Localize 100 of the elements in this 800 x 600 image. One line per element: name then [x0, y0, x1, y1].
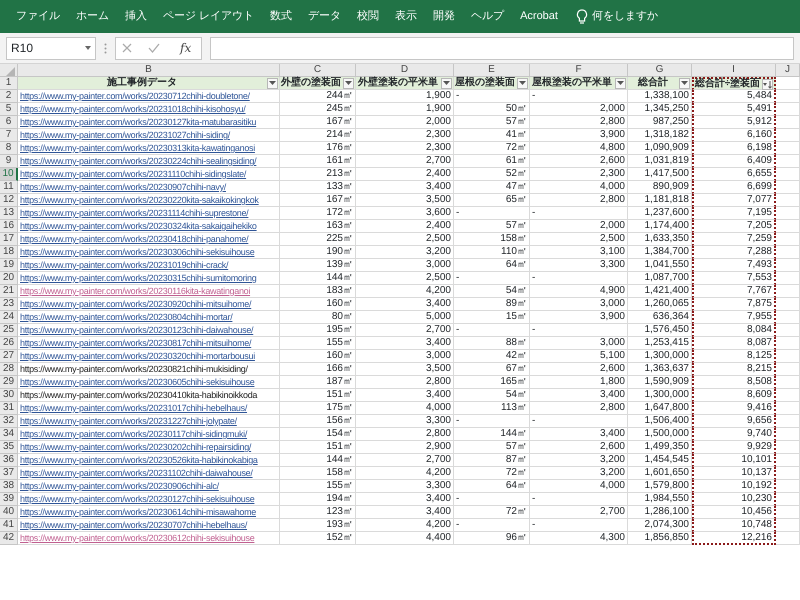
ribbon-tab[interactable]: ページ レイアウト [155, 8, 262, 25]
row-header[interactable]: 29 [0, 376, 18, 389]
row-header[interactable]: 16 [0, 220, 18, 233]
url-link[interactable]: https://www.my-painter.com/works/20231227chihi-jolypate/ [18, 415, 280, 428]
ribbon-tab[interactable]: Acrobat [512, 8, 566, 25]
tell-me-search[interactable]: 何をしますか [588, 8, 662, 25]
url-link[interactable]: https://www.my-painter.com/works/20230906chihi-alc/ [18, 480, 280, 493]
ribbon-tab[interactable]: 挿入 [117, 8, 155, 25]
filter-button[interactable] [267, 78, 278, 88]
url-link[interactable]: https://www.my-painter.com/works/20230526kita-habikinokabiga [18, 454, 280, 467]
name-box[interactable]: R10 [6, 36, 96, 60]
row-header[interactable]: 38 [0, 480, 18, 493]
row-header[interactable]: 24 [0, 311, 18, 324]
url-link[interactable]: https://www.my-painter.com/works/20231019chihi-crack/ [18, 259, 280, 272]
row-header[interactable]: 42 [0, 532, 18, 545]
url-link[interactable]: https://www.my-painter.com/works/20230707chihi-hebelhaus/ [18, 519, 280, 532]
url-link[interactable]: https://www.my-painter.com/works/20230418chihi-panahome/ [18, 233, 280, 246]
url-link[interactable]: https://www.my-painter.com/works/20230612chihi-sekisuihouse [18, 532, 280, 545]
row-header[interactable]: 5 [0, 103, 18, 116]
url-link[interactable]: https://www.my-painter.com/works/20231017chihi-hebelhaus/ [18, 402, 280, 415]
filter-button[interactable] [343, 78, 354, 88]
row-header[interactable]: 9 [0, 155, 18, 168]
formula-input-field[interactable] [210, 36, 794, 60]
url-link[interactable]: https://www.my-painter.com/works/20230313kita-kawatinganosi [18, 142, 280, 155]
row-header[interactable]: 10 [0, 168, 18, 181]
filter-button[interactable] [615, 78, 626, 88]
column-header[interactable]: E [454, 64, 530, 77]
url-link[interactable]: https://www.my-painter.com/works/20230123chihi-daiwahouse/ [18, 324, 280, 337]
url-link[interactable]: https://www.my-painter.com/works/20230605chihi-sekisuihouse [18, 376, 280, 389]
url-link[interactable]: https://www.my-painter.com/works/20230127kita-matubarasitiku [18, 116, 280, 129]
url-link[interactable]: https://www.my-painter.com/works/20230920chihi-mitsuihome/ [18, 298, 280, 311]
filter-button[interactable] [517, 78, 528, 88]
url-link[interactable]: https://www.my-painter.com/works/20230116kita-kawatinganoi [18, 285, 280, 298]
row-header[interactable]: 40 [0, 506, 18, 519]
url-link[interactable]: https://www.my-painter.com/works/20231114chihi-suprestone/ [18, 207, 280, 220]
url-link[interactable]: https://www.my-painter.com/works/20230712chihi-doubletone/ [18, 90, 280, 103]
row-header[interactable]: 35 [0, 441, 18, 454]
row-header[interactable]: 18 [0, 246, 18, 259]
row-header[interactable]: 13 [0, 207, 18, 220]
column-header[interactable]: C [280, 64, 356, 77]
row-header[interactable]: 37 [0, 467, 18, 480]
url-link[interactable]: https://www.my-painter.com/works/20230324kita-sakaigaihekiko [18, 220, 280, 233]
ribbon-tab[interactable]: ホーム [68, 8, 117, 25]
url-link[interactable]: https://www.my-painter.com/works/20230320chihi-mortarbousui [18, 350, 280, 363]
url-link[interactable]: https://www.my-painter.com/works/20230614chihi-misawahome [18, 506, 280, 519]
ribbon-tab[interactable]: ファイル [8, 8, 68, 25]
column-header[interactable]: D [356, 64, 454, 77]
row-header[interactable]: 19 [0, 259, 18, 272]
url-link[interactable]: https://www.my-painter.com/works/20231027chihi-siding/ [18, 129, 280, 142]
row-header[interactable]: 41 [0, 519, 18, 532]
ribbon-tab[interactable]: 表示 [387, 8, 426, 25]
row-header[interactable]: 34 [0, 428, 18, 441]
filter-button[interactable] [441, 78, 452, 88]
row-header[interactable]: 26 [0, 337, 18, 350]
row-header[interactable]: 11 [0, 181, 18, 194]
row-header[interactable]: 23 [0, 298, 18, 311]
ribbon-tab[interactable]: ヘルプ [463, 8, 512, 25]
row-header[interactable]: 8 [0, 142, 18, 155]
row-header[interactable]: 17 [0, 233, 18, 246]
row-header[interactable]: 6 [0, 116, 18, 129]
filter-button[interactable] [679, 78, 690, 88]
ribbon-tab[interactable]: 校閲 [349, 8, 388, 25]
row-header[interactable]: 12 [0, 194, 18, 207]
row-header[interactable]: 28 [0, 363, 18, 376]
row-header[interactable]: 32 [0, 415, 18, 428]
row-header[interactable]: 36 [0, 454, 18, 467]
row-header[interactable]: 21 [0, 285, 18, 298]
row-header[interactable]: 25 [0, 324, 18, 337]
row-header[interactable]: 31 [0, 402, 18, 415]
url-link[interactable]: https://www.my-painter.com/works/20230907chihi-navy/ [18, 181, 280, 194]
column-header[interactable]: I [692, 64, 776, 77]
url-link[interactable]: https://www.my-painter.com/works/20230306chihi-sekisuihouse [18, 246, 280, 259]
url-link[interactable]: https://www.my-painter.com/works/20230817chihi-mitsuihome/ [18, 337, 280, 350]
column-header[interactable]: G [628, 64, 692, 77]
url-link[interactable]: https://www.my-painter.com/works/20231110chihi-sidingslate/ [18, 168, 280, 181]
url-link[interactable]: https://www.my-painter.com/works/20230804chihi-mortar/ [18, 311, 280, 324]
ribbon-tab[interactable]: 開発 [425, 8, 464, 25]
url-link[interactable]: https://www.my-painter.com/works/20230117chihi-sidingmuki/ [18, 428, 280, 441]
check-icon[interactable] [148, 43, 160, 53]
row-header[interactable]: 1 [0, 77, 18, 90]
row-header[interactable]: 27 [0, 350, 18, 363]
url-link[interactable]: https://www.my-painter.com/works/20230220kita-sakaikokingkok [18, 194, 280, 207]
row-header[interactable]: 30 [0, 389, 18, 402]
row-header[interactable]: 7 [0, 129, 18, 142]
ribbon-tab[interactable]: データ [300, 8, 350, 25]
insert-function-button[interactable]: fx [176, 39, 196, 57]
sort-filter-button[interactable] [762, 78, 774, 90]
row-header[interactable]: 20 [0, 272, 18, 285]
url-link[interactable]: https://www.my-painter.com/works/20230315chihi-sumitomoring [18, 272, 280, 285]
column-header[interactable]: B [18, 64, 280, 77]
column-header[interactable]: F [530, 64, 628, 77]
column-header[interactable]: J [776, 64, 800, 77]
ribbon-tab[interactable]: 数式 [262, 8, 300, 25]
row-header[interactable]: 39 [0, 493, 18, 506]
url-link[interactable]: https://www.my-painter.com/works/20230224chihi-sealingsiding/ [18, 155, 280, 168]
url-link[interactable]: https://www.my-painter.com/works/20231018chihi-kisohosyu/ [18, 103, 280, 116]
row-header[interactable]: 2 [0, 90, 18, 103]
url-link[interactable]: https://www.my-painter.com/works/20230202chihi-repairsiding/ [18, 441, 280, 454]
url-link[interactable]: https://www.my-painter.com/works/20230127chihi-sekisuihouse [18, 493, 280, 506]
url-link[interactable]: https://www.my-painter.com/works/20231102chihi-daiwahouse/ [18, 467, 280, 480]
